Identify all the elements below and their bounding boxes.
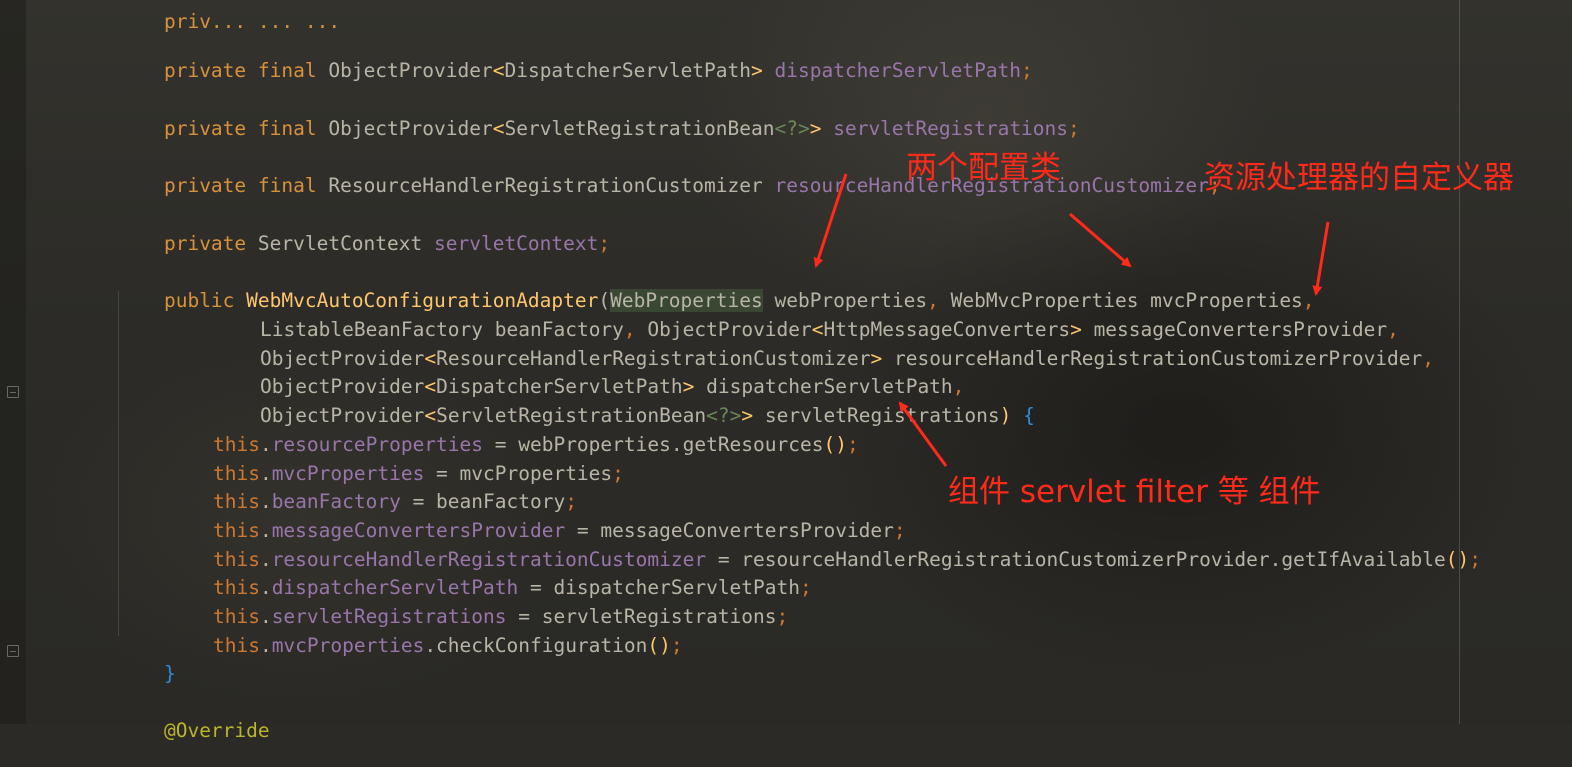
annotation-resource-handler-customizer: 资源处理器的自定义器 [1204, 160, 1514, 196]
arrow-to-webproperties [813, 173, 848, 268]
arrow-to-mvcproperties [1069, 212, 1132, 268]
arrow-to-servlet-registrations [898, 401, 948, 467]
arrow-to-converters-provider [1312, 221, 1330, 296]
annotation-two-config-classes: 两个配置类 [906, 150, 1061, 186]
annotation-components: 组件 servlet filter 等 组件 [948, 474, 1321, 510]
annotation-arrows [813, 173, 1330, 467]
